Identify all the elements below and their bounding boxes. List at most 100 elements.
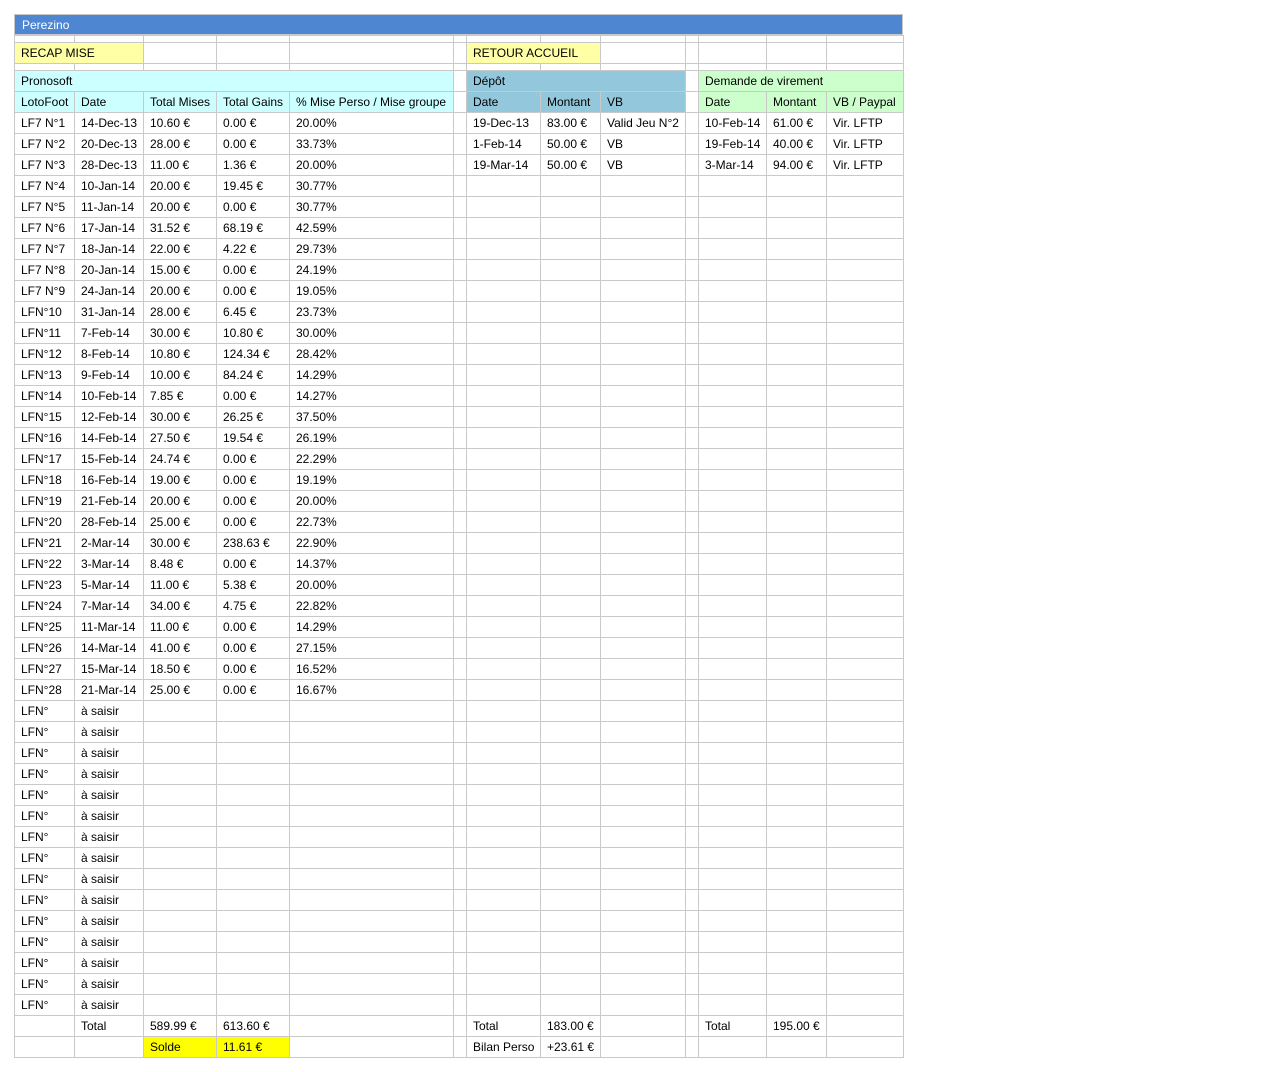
pronosoft-cell[interactable] [289,763,454,785]
virement-cell[interactable] [826,742,904,764]
pronosoft-cell[interactable]: LFN°19 [14,490,75,512]
spacer-cell[interactable] [143,35,217,43]
gap-cell[interactable] [685,658,699,680]
gap-cell[interactable] [685,826,699,848]
pronosoft-cell[interactable]: LFN°15 [14,406,75,428]
spacer-cell[interactable] [540,35,601,43]
depot-cell[interactable] [466,973,541,995]
empty-cell[interactable] [766,42,827,64]
depot-cell[interactable] [600,406,686,428]
pronosoft-cell[interactable]: 28.42% [289,343,454,365]
pronosoft-cell[interactable]: 84.24 € [216,364,290,386]
pronosoft-cell[interactable]: 12-Feb-14 [74,406,144,428]
depot-cell[interactable] [540,469,601,491]
spacer-cell[interactable] [289,35,454,43]
pronosoft-cell[interactable]: LFN°20 [14,511,75,533]
virement-cell[interactable] [698,385,767,407]
gap-cell[interactable] [453,175,467,197]
pronosoft-cell[interactable] [289,931,454,953]
virement-cell[interactable] [766,973,827,995]
pronosoft-cell[interactable]: 24.19% [289,259,454,281]
depot-cell[interactable] [466,406,541,428]
pronosoft-cell[interactable]: 19.54 € [216,427,290,449]
depot-cell[interactable] [600,826,686,848]
pronosoft-cell[interactable]: 0.00 € [216,385,290,407]
pronosoft-cell[interactable] [289,721,454,743]
virement-cell[interactable] [826,427,904,449]
gap-cell[interactable] [453,532,467,554]
depot-cell[interactable] [600,448,686,470]
solde-value[interactable]: 11.61 € [216,1036,290,1058]
pronosoft-cell[interactable]: 42.59% [289,217,454,239]
depot-cell[interactable] [466,574,541,596]
virement-cell[interactable] [766,679,827,701]
gap-cell[interactable] [685,1015,699,1037]
pronosoft-cell[interactable]: 10-Jan-14 [74,175,144,197]
pronosoft-cell[interactable]: 15-Mar-14 [74,658,144,680]
depot-cell[interactable]: 1-Feb-14 [466,133,541,155]
depot-cell[interactable] [600,385,686,407]
pronosoft-cell[interactable]: 1.36 € [216,154,290,176]
depot-cell[interactable] [600,217,686,239]
pronosoft-cell[interactable]: 18-Jan-14 [74,238,144,260]
depot-cell[interactable] [466,301,541,323]
depot-cell[interactable] [466,280,541,302]
depot-cell[interactable] [600,553,686,575]
virement-cell[interactable] [698,532,767,554]
virement-cell[interactable] [826,385,904,407]
empty-cell[interactable] [74,1036,144,1058]
pronosoft-cell[interactable]: 26.19% [289,427,454,449]
depot-cell[interactable] [540,574,601,596]
virement-cell[interactable] [826,826,904,848]
depot-cell[interactable] [600,616,686,638]
empty-cell[interactable] [600,42,686,64]
gap-cell[interactable] [453,658,467,680]
gap-cell[interactable] [685,763,699,785]
pronosoft-cell[interactable]: LFN°21 [14,532,75,554]
gap-cell[interactable] [685,301,699,323]
gap-cell[interactable] [453,133,467,155]
virement-cell[interactable] [766,868,827,890]
depot-cell[interactable] [600,196,686,218]
gap-cell[interactable] [453,637,467,659]
depot-cell[interactable] [600,973,686,995]
depot-cell[interactable] [600,805,686,827]
depot-cell[interactable] [540,784,601,806]
pronosoft-cell[interactable]: LF7 N°8 [14,259,75,281]
virement-cell[interactable] [698,406,767,428]
gap-cell[interactable] [453,196,467,218]
pronosoft-cell[interactable] [216,826,290,848]
depot-cell[interactable] [540,511,601,533]
virement-cell[interactable] [698,658,767,680]
gap-cell[interactable] [453,364,467,386]
virement-cell[interactable] [826,511,904,533]
pronosoft-cell[interactable]: 31.52 € [143,217,217,239]
virement-cell[interactable] [766,406,827,428]
gap-cell[interactable] [453,343,467,365]
depot-cell[interactable] [540,385,601,407]
gap-cell[interactable] [685,616,699,638]
virement-cell[interactable] [698,910,767,932]
gap-cell[interactable] [453,385,467,407]
depot-cell[interactable] [600,763,686,785]
gap-cell[interactable] [453,910,467,932]
depot-cell[interactable] [540,994,601,1016]
gap-cell[interactable] [453,805,467,827]
pronosoft-cell[interactable]: 19.19% [289,469,454,491]
depot-cell[interactable] [600,322,686,344]
pronosoft-cell[interactable]: 8-Feb-14 [74,343,144,365]
pronosoft-cell[interactable]: LFN° [14,994,75,1016]
pronosoft-cell[interactable] [216,721,290,743]
pronosoft-cell[interactable]: 3-Mar-14 [74,553,144,575]
depot-cell[interactable]: 19-Mar-14 [466,154,541,176]
virement-cell[interactable] [766,322,827,344]
pronosoft-cell[interactable] [143,700,217,722]
pronosoft-cell[interactable]: LF7 N°2 [14,133,75,155]
pronosoft-cell[interactable]: à saisir [74,700,144,722]
pronosoft-cell[interactable] [216,784,290,806]
virement-cell[interactable] [766,343,827,365]
virement-cell[interactable]: 61.00 € [766,112,827,134]
pronosoft-cell[interactable]: 17-Jan-14 [74,217,144,239]
gap-cell[interactable] [453,322,467,344]
gap-cell[interactable] [685,112,699,134]
